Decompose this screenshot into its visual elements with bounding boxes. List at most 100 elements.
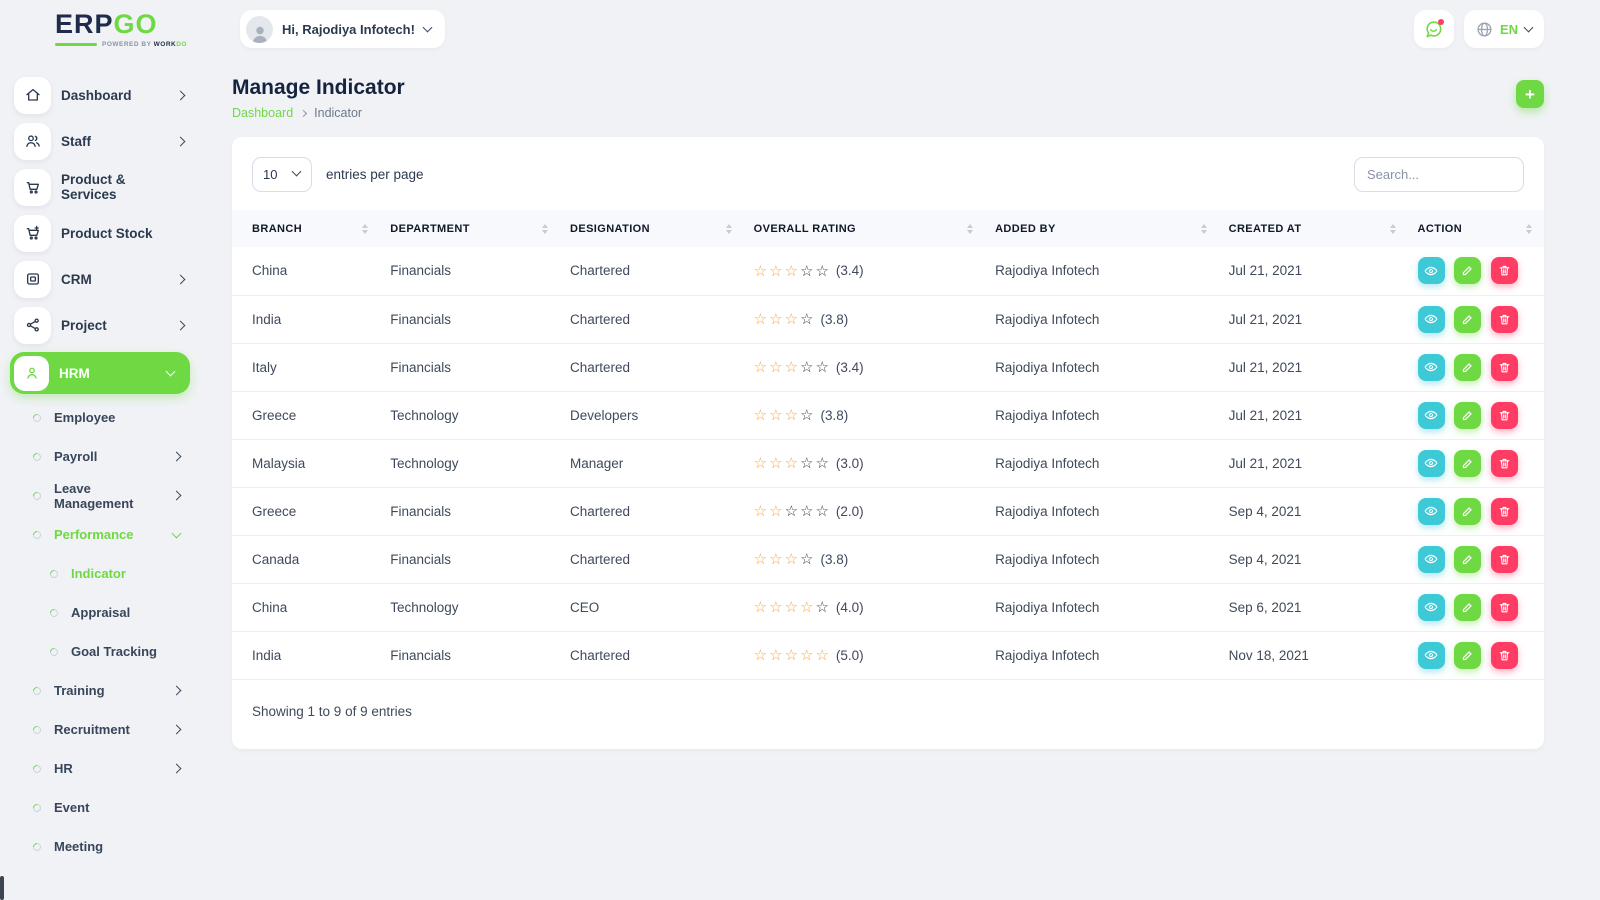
trash-icon — [1498, 361, 1511, 374]
sidebar-item-leave-management[interactable]: Leave Management — [0, 476, 200, 515]
language-selector[interactable]: EN — [1464, 10, 1544, 48]
sidebar-item-meeting[interactable]: Meeting — [0, 827, 200, 866]
cell-designation: Chartered — [560, 487, 744, 535]
delete-button[interactable] — [1491, 306, 1518, 333]
column-header-overall-rating[interactable]: Overall Rating — [744, 210, 985, 247]
delete-button[interactable] — [1491, 257, 1518, 284]
sidebar-item-appraisal[interactable]: Appraisal — [0, 593, 200, 632]
view-button[interactable] — [1418, 450, 1445, 477]
table-row: India Financials Chartered ☆☆☆☆☆(5.0) Ra… — [232, 631, 1544, 679]
column-header-added-by[interactable]: Added By — [985, 210, 1219, 247]
sidebar-item-dashboard[interactable]: Dashboard — [0, 72, 200, 118]
table-row: China Technology CEO ☆☆☆☆☆(4.0) Rajodiya… — [232, 583, 1544, 631]
sidebar-item-goal-tracking[interactable]: Goal Tracking — [0, 632, 200, 671]
cell-added-by: Rajodiya Infotech — [985, 247, 1219, 295]
cell-designation: Developers — [560, 391, 744, 439]
chevron-right-icon — [172, 491, 182, 501]
breadcrumb-dashboard-link[interactable]: Dashboard — [232, 106, 293, 120]
cell-added-by: Rajodiya Infotech — [985, 343, 1219, 391]
sidebar-item-hrm[interactable]: HRM — [10, 352, 190, 394]
cell-added-by: Rajodiya Infotech — [985, 535, 1219, 583]
sidebar-item-hr[interactable]: HR — [0, 749, 200, 788]
sidebar-item-performance[interactable]: Performance — [0, 515, 200, 554]
sort-icon[interactable] — [1201, 224, 1209, 234]
sidebar-item-employee[interactable]: Employee — [0, 398, 200, 437]
delete-button[interactable] — [1491, 546, 1518, 573]
view-button[interactable] — [1418, 306, 1445, 333]
sidebar-scrollbar[interactable] — [0, 876, 4, 900]
rating-value: (3.8) — [820, 552, 848, 567]
brand-logo[interactable]: ERPGO Powered By WORKDO — [0, 11, 200, 48]
eye-icon — [1424, 312, 1438, 326]
view-button[interactable] — [1418, 594, 1445, 621]
delete-button[interactable] — [1491, 498, 1518, 525]
view-button[interactable] — [1418, 402, 1445, 429]
view-button[interactable] — [1418, 498, 1445, 525]
delete-button[interactable] — [1491, 402, 1518, 429]
edit-button[interactable] — [1454, 450, 1481, 477]
cell-action — [1408, 535, 1544, 583]
delete-button[interactable] — [1491, 594, 1518, 621]
sort-icon[interactable] — [1526, 224, 1534, 234]
column-header-department[interactable]: Department — [380, 210, 560, 247]
cell-action — [1408, 583, 1544, 631]
cell-designation: Chartered — [560, 295, 744, 343]
eye-icon — [1424, 600, 1438, 614]
delete-button[interactable] — [1491, 450, 1518, 477]
edit-button[interactable] — [1454, 594, 1481, 621]
view-button[interactable] — [1418, 354, 1445, 381]
column-header-designation[interactable]: Designation — [560, 210, 744, 247]
edit-button[interactable] — [1454, 354, 1481, 381]
edit-button[interactable] — [1454, 642, 1481, 669]
edit-button[interactable] — [1454, 402, 1481, 429]
sort-icon[interactable] — [542, 224, 550, 234]
column-header-branch[interactable]: Branch — [232, 210, 380, 247]
column-header-created-at[interactable]: Created At — [1219, 210, 1408, 247]
edit-button[interactable] — [1454, 546, 1481, 573]
sort-icon[interactable] — [967, 224, 975, 234]
sidebar-item-product-services[interactable]: Product & Services — [0, 164, 200, 210]
sidebar-item-staff[interactable]: Staff — [0, 118, 200, 164]
sidebar-item-event[interactable]: Event — [0, 788, 200, 827]
sort-icon[interactable] — [726, 224, 734, 234]
main-content: Manage Indicator Dashboard Indicator + 1… — [200, 58, 1600, 900]
add-indicator-button[interactable]: + — [1516, 80, 1544, 108]
view-button[interactable] — [1418, 642, 1445, 669]
search-input[interactable] — [1354, 157, 1524, 192]
sidebar-item-project[interactable]: Project — [0, 302, 200, 348]
cell-overall-rating: ☆☆☆☆☆(2.0) — [744, 487, 985, 535]
staff-icon — [14, 123, 51, 160]
sidebar-item-product-stock[interactable]: Product Stock — [0, 210, 200, 256]
user-menu[interactable]: Hi, Rajodiya Infotech! — [240, 10, 445, 48]
edit-button[interactable] — [1454, 306, 1481, 333]
edit-button[interactable] — [1454, 257, 1481, 284]
cell-created-at: Sep 6, 2021 — [1219, 583, 1408, 631]
sidebar-item-indicator[interactable]: Indicator — [0, 554, 200, 593]
rating-value: (2.0) — [836, 504, 864, 519]
pencil-icon — [1461, 264, 1474, 277]
view-button[interactable] — [1418, 546, 1445, 573]
sidebar-item-recruitment[interactable]: Recruitment — [0, 710, 200, 749]
messages-button[interactable] — [1414, 10, 1454, 48]
entries-select[interactable]: 10 — [252, 157, 312, 192]
logo-text: ERPGO — [55, 11, 200, 38]
trash-icon — [1498, 457, 1511, 470]
pencil-icon — [1461, 649, 1474, 662]
cell-overall-rating: ☆☆☆☆☆(5.0) — [744, 631, 985, 679]
chevron-right-icon — [172, 686, 182, 696]
sort-icon[interactable] — [1390, 224, 1398, 234]
edit-button[interactable] — [1454, 498, 1481, 525]
column-header-action[interactable]: Action — [1408, 210, 1544, 247]
cell-branch: India — [232, 631, 380, 679]
cell-action — [1408, 631, 1544, 679]
delete-button[interactable] — [1491, 642, 1518, 669]
sidebar-item-payroll[interactable]: Payroll — [0, 437, 200, 476]
sidebar-item-crm[interactable]: CRM — [0, 256, 200, 302]
view-button[interactable] — [1418, 257, 1445, 284]
sidebar-item-training[interactable]: Training — [0, 671, 200, 710]
cell-overall-rating: ☆☆☆☆☆(3.4) — [744, 247, 985, 295]
sort-icon[interactable] — [362, 224, 370, 234]
delete-button[interactable] — [1491, 354, 1518, 381]
trash-icon — [1498, 313, 1511, 326]
language-label: EN — [1500, 22, 1518, 37]
